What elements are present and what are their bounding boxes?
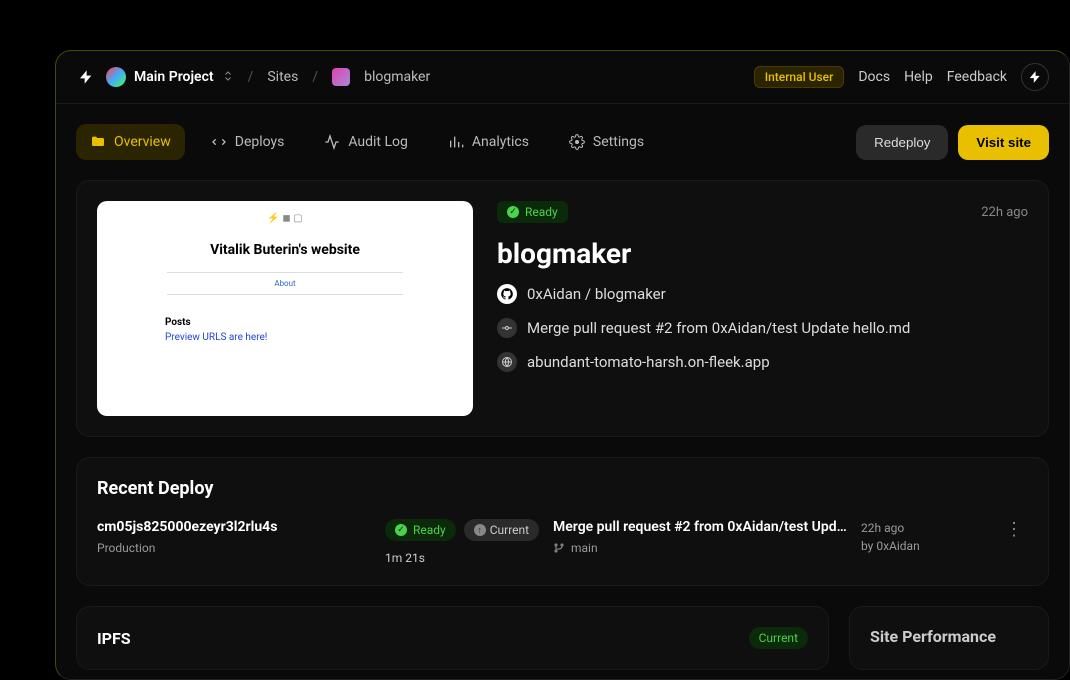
repo-row[interactable]: 0xAidan / blogmaker <box>497 284 1028 304</box>
deploy-row[interactable]: cm05js825000ezeyr3l2rlu4s Production ✓ R… <box>97 519 1028 565</box>
ipfs-current-badge: Current <box>749 627 808 649</box>
branch-icon <box>553 542 565 554</box>
tab-overview[interactable]: Overview <box>76 124 185 160</box>
breadcrumb: Main Project / Sites / blogmaker <box>134 68 430 86</box>
page-title: blogmaker <box>497 237 1028 270</box>
github-icon <box>497 284 517 304</box>
preview-tiny-logo: ⚡ ◼ ▢ <box>267 213 302 224</box>
tab-deploys[interactable]: Deploys <box>197 124 299 160</box>
tab-label: Analytics <box>472 134 529 150</box>
commit-row: Merge pull request #2 from 0xAidan/test … <box>497 318 1028 338</box>
branch-label: main <box>571 541 598 555</box>
org-logo-icon[interactable] <box>106 67 126 87</box>
url-label: abundant-tomato-harsh.on-fleek.app <box>527 353 770 371</box>
current-badge: ↑ Current <box>464 519 539 541</box>
site-icon <box>332 68 350 86</box>
bolt-icon[interactable] <box>76 67 96 87</box>
visit-site-button[interactable]: Visit site <box>958 125 1049 160</box>
breadcrumb-sites[interactable]: Sites <box>267 69 298 85</box>
preview-section: Posts <box>165 317 191 328</box>
hero-card: ⚡ ◼ ▢ Vitalik Buterin's website About Po… <box>76 180 1049 437</box>
ipfs-card: IPFS Current <box>76 606 829 670</box>
current-label: Current <box>490 523 529 537</box>
check-icon: ✓ <box>395 524 407 536</box>
deploy-branch: main <box>553 541 853 555</box>
performance-card: Site Performance <box>849 606 1049 670</box>
preview-post-link: Preview URLS are here! <box>165 332 267 343</box>
activity-icon <box>324 134 340 150</box>
check-icon: ✓ <box>507 206 519 218</box>
breadcrumb-sep: / <box>312 69 318 85</box>
preview-subline: About <box>274 279 295 288</box>
breadcrumb-sep: / <box>248 69 254 85</box>
status-label: Ready <box>525 205 558 219</box>
internal-user-badge: Internal User <box>754 66 845 88</box>
breadcrumb-project[interactable]: Main Project <box>134 69 214 85</box>
tab-label: Audit Log <box>348 134 408 150</box>
ipfs-title: IPFS <box>97 629 131 648</box>
tab-audit[interactable]: Audit Log <box>310 124 422 160</box>
preview-divider <box>167 272 402 273</box>
commit-label: Merge pull request #2 from 0xAidan/test … <box>527 319 910 337</box>
chart-icon <box>448 134 464 150</box>
url-row[interactable]: abundant-tomato-harsh.on-fleek.app <box>497 352 1028 372</box>
tab-label: Overview <box>114 134 171 150</box>
deploy-icon <box>211 134 227 150</box>
site-preview[interactable]: ⚡ ◼ ▢ Vitalik Buterin's website About Po… <box>97 201 473 416</box>
deploy-status-badge: ✓ Ready <box>385 519 456 541</box>
preview-title: Vitalik Buterin's website <box>210 242 360 258</box>
docs-link[interactable]: Docs <box>858 69 890 85</box>
help-link[interactable]: Help <box>904 69 933 85</box>
user-bolt-icon[interactable] <box>1021 63 1049 91</box>
globe-icon <box>497 352 517 372</box>
tab-settings[interactable]: Settings <box>555 124 658 160</box>
feedback-link[interactable]: Feedback <box>947 69 1007 85</box>
arrow-up-icon: ↑ <box>474 524 486 536</box>
deploy-author: by 0xAidan <box>861 537 991 555</box>
deploy-env: Production <box>97 541 377 555</box>
status-label: Ready <box>413 523 446 537</box>
deploy-commit: Merge pull request #2 from 0xAidan/test … <box>553 519 853 535</box>
breadcrumb-site[interactable]: blogmaker <box>364 69 430 85</box>
preview-divider <box>167 294 402 295</box>
tab-label: Settings <box>593 134 644 150</box>
repo-label: 0xAidan / blogmaker <box>527 285 666 303</box>
chevron-updown-icon[interactable] <box>222 70 234 85</box>
deploy-time: 22h ago <box>861 519 991 537</box>
commit-icon <box>497 318 517 338</box>
folder-icon <box>90 134 106 150</box>
gear-icon <box>569 134 585 150</box>
deploy-menu-button[interactable]: ⋮ <box>999 519 1029 540</box>
tab-analytics[interactable]: Analytics <box>434 124 543 160</box>
status-badge: ✓ Ready <box>497 201 568 223</box>
deploy-duration: 1m 21s <box>385 551 545 565</box>
tab-label: Deploys <box>235 134 285 150</box>
performance-title: Site Performance <box>870 627 996 646</box>
deploy-id: cm05js825000ezeyr3l2rlu4s <box>97 519 377 535</box>
recent-deploy-card: Recent Deploy cm05js825000ezeyr3l2rlu4s … <box>76 457 1049 586</box>
recent-heading: Recent Deploy <box>97 478 1028 499</box>
redeploy-button[interactable]: Redeploy <box>856 125 948 160</box>
hero-time: 22h ago <box>981 205 1028 220</box>
